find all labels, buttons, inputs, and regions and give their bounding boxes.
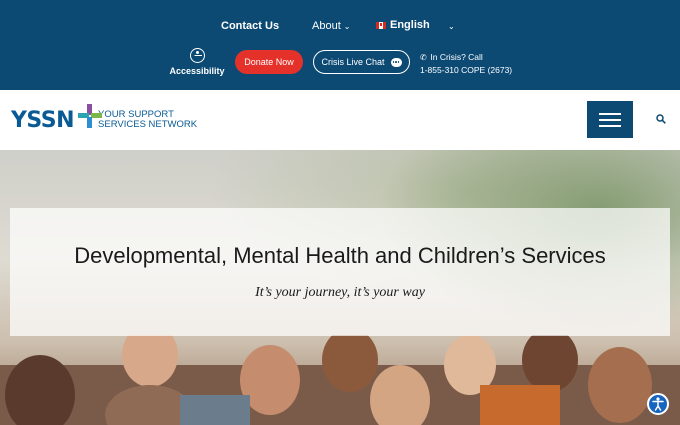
crisis-line-2: 1-855-310 COPE (2673) (420, 65, 513, 75)
hero-banner: Developmental, Mental Health and Childre… (0, 150, 680, 425)
about-menu[interactable]: About ⌄ (312, 20, 350, 32)
about-label: About (312, 20, 341, 32)
chevron-down-icon[interactable]: ⌄ (448, 22, 455, 31)
language-selector[interactable]: English (376, 19, 430, 31)
chat-bubble-icon (390, 57, 402, 67)
language-label: English (390, 19, 430, 31)
chevron-down-icon: ⌄ (343, 21, 351, 31)
crisis-phone[interactable]: ✆ In Crisis? Call 1-855-310 COPE (2673) (420, 51, 512, 76)
hero-text-panel: Developmental, Mental Health and Childre… (10, 208, 670, 336)
accessibility-icon (189, 48, 205, 63)
hero-subtitle: It’s your journey, it’s your way (255, 285, 425, 300)
search-icon[interactable] (656, 114, 666, 124)
hero-title: Developmental, Mental Health and Childre… (74, 243, 606, 268)
donate-button[interactable]: Donate Now (235, 50, 303, 74)
crisis-line-1: In Crisis? Call (430, 52, 483, 62)
accessibility-label: Accessibility (169, 66, 225, 76)
logo-tagline: YOUR SUPPORT SERVICES NETWORK (98, 110, 197, 130)
hamburger-menu-icon[interactable] (587, 101, 633, 138)
phone-icon: ✆ (420, 53, 427, 62)
top-utility-bar: Contact Us About ⌄ English ⌄ Accessibili… (0, 0, 680, 90)
accessibility-icon (652, 397, 664, 411)
logo-wordmark: YSSN (11, 107, 75, 133)
logo-line-2: SERVICES NETWORK (98, 119, 198, 130)
contact-us-link[interactable]: Contact Us (221, 20, 279, 32)
canada-flag-icon (376, 21, 386, 29)
yssn-logo[interactable]: YSSN YOUR SUPPORT SERVICES NETWORK (11, 103, 197, 137)
logo-plus-icon (78, 104, 102, 128)
accessibility-button[interactable]: Accessibility (168, 48, 226, 76)
crisis-live-chat-button[interactable]: Crisis Live Chat (313, 50, 410, 74)
crisis-chat-label: Crisis Live Chat (321, 57, 385, 67)
site-header: YSSN YOUR SUPPORT SERVICES NETWORK (0, 90, 680, 150)
accessibility-widget-button[interactable] (647, 393, 669, 415)
group-photo (0, 335, 680, 425)
